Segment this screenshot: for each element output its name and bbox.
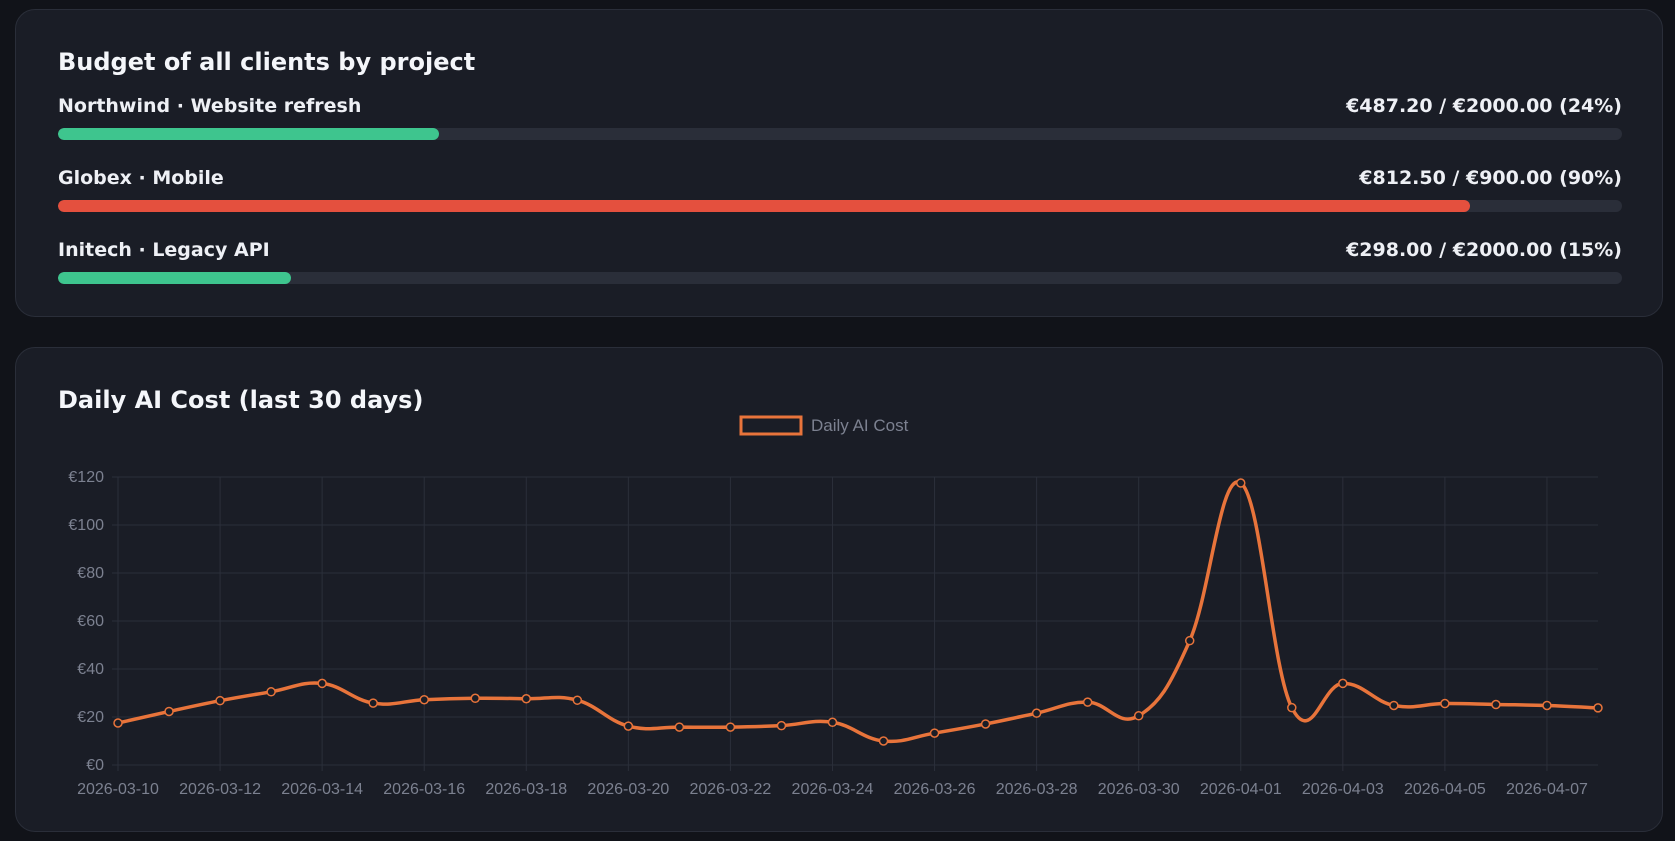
budget-row-globex: Globex · Mobile €812.50 / €900.00 (90%) [58, 167, 1622, 217]
data-point [470, 693, 480, 704]
y-tick-label: €120 [68, 469, 104, 486]
budget-row-value: €812.50 / €900.00 (90%) [1359, 167, 1622, 189]
data-point [113, 718, 123, 728]
data-point [1031, 708, 1042, 718]
budget-progress-fill [58, 200, 1470, 212]
data-point [1236, 478, 1246, 488]
series-line-daily-ai-cost [117, 480, 1599, 744]
data-point [266, 687, 276, 697]
budget-progress-fill [58, 272, 292, 284]
legend-label: Daily AI Cost [811, 416, 909, 435]
x-tick-label: 2026-04-07 [1506, 781, 1588, 798]
x-tick-label: 2026-03-22 [689, 781, 771, 798]
x-tick-label: 2026-03-24 [792, 781, 874, 798]
data-point [317, 678, 327, 689]
data-point [419, 694, 429, 705]
x-tick-label: 2026-03-20 [587, 781, 669, 798]
x-tick-label: 2026-03-16 [383, 781, 465, 798]
budget-card: Budget of all clients by project Northwi… [15, 9, 1663, 317]
budget-progress-track [58, 272, 1622, 284]
data-point [878, 736, 889, 746]
budget-row-label: Northwind · Website refresh [58, 95, 362, 117]
y-tick-label: €60 [77, 613, 104, 630]
x-tick-label: 2026-03-14 [281, 781, 363, 798]
data-point [929, 728, 940, 738]
budget-row-label: Initech · Legacy API [58, 239, 270, 261]
x-tick-label: 2026-03-26 [894, 781, 976, 798]
data-point [1389, 700, 1399, 711]
data-point [215, 695, 225, 706]
budget-progress-fill [58, 128, 439, 140]
data-point [623, 721, 634, 731]
data-point [1184, 635, 1195, 646]
data-point [1491, 699, 1501, 710]
y-tick-label: €80 [77, 565, 104, 582]
budget-title: Budget of all clients by project [58, 48, 476, 76]
budget-row-label: Globex · Mobile [58, 167, 224, 189]
x-tick-label: 2026-04-01 [1200, 781, 1282, 798]
data-point [674, 722, 685, 732]
data-point [1133, 711, 1144, 721]
x-tick-label: 2026-03-12 [179, 781, 261, 798]
data-point [164, 706, 174, 717]
data-point [1082, 697, 1093, 707]
data-point [1440, 698, 1450, 709]
x-tick-label: 2026-03-18 [485, 781, 567, 798]
data-point [572, 695, 583, 705]
x-tick-label: 2026-03-10 [77, 781, 159, 798]
daily-cost-line-chart: €0 €20 €40 €60 €80 €100 €120 2026-03-10 2026-03-… [68, 415, 1603, 798]
data-point [1338, 678, 1348, 689]
budget-row-northwind: Northwind · Website refresh €487.20 / €2… [58, 95, 1622, 145]
data-point [725, 722, 736, 732]
legend-swatch [739, 415, 803, 436]
budget-progress-track [58, 128, 1622, 140]
data-point [1593, 703, 1603, 713]
x-tick-label: 2026-04-03 [1302, 781, 1384, 798]
data-point [521, 694, 532, 704]
data-point [980, 719, 991, 729]
data-point [1287, 702, 1297, 713]
x-tick-label: 2026-03-30 [1098, 781, 1180, 798]
y-tick-label: €100 [68, 517, 104, 534]
data-point [368, 698, 378, 708]
y-tick-label: €40 [77, 661, 104, 678]
data-point [827, 717, 838, 728]
y-tick-label: €20 [77, 709, 104, 726]
budget-row-value: €298.00 / €2000.00 (15%) [1346, 239, 1622, 261]
budget-row-initech: Initech · Legacy API €298.00 / €2000.00 … [58, 239, 1622, 289]
budget-row-value: €487.20 / €2000.00 (24%) [1346, 95, 1622, 117]
budget-progress-track [58, 200, 1622, 212]
chart-card: Daily AI Cost (last 30 days) €0 €20 €40 €60… [15, 347, 1663, 832]
y-tick-label: €0 [86, 757, 104, 774]
x-tick-label: 2026-03-28 [996, 781, 1078, 798]
x-tick-label: 2026-04-05 [1404, 781, 1486, 798]
data-point [1542, 700, 1552, 711]
data-point [776, 720, 787, 731]
